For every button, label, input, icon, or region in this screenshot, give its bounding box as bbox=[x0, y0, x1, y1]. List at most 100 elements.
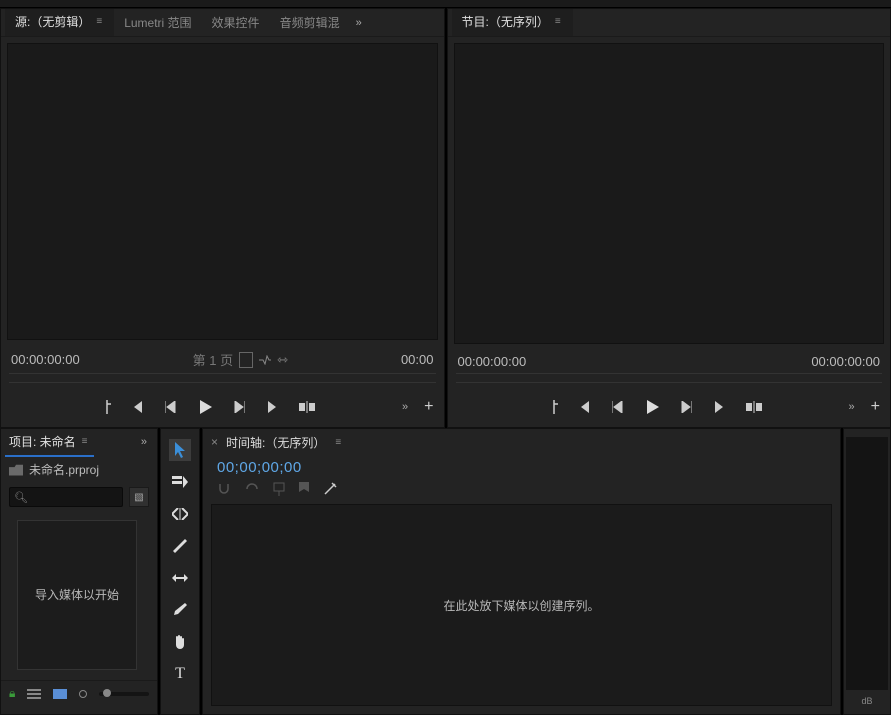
tab-source-menu-icon[interactable]: ≡ bbox=[94, 16, 104, 27]
source-tc-left[interactable]: 00:00:00:00 bbox=[11, 352, 80, 367]
project-tabs-overflow-icon[interactable]: » bbox=[135, 436, 153, 448]
hand-tool[interactable] bbox=[169, 631, 191, 653]
project-footer: 🔒︎ bbox=[1, 680, 157, 706]
project-panel: 项目: 未命名 ≡ » 未命名.prproj 🔍︎ ▧ 导入媒体以开始 bbox=[0, 428, 158, 715]
search-icon: 🔍︎ bbox=[14, 491, 28, 504]
snap-icon[interactable] bbox=[217, 482, 231, 496]
program-tabbar: 节目:（无序列） ≡ bbox=[448, 9, 891, 37]
timeline-panel: × 时间轴:（无序列） ≡ 00;00;00;00 bbox=[202, 428, 841, 715]
selection-tool[interactable] bbox=[169, 439, 191, 461]
program-tc-right[interactable]: 00:00:00:00 bbox=[811, 354, 880, 369]
timeline-menu-icon[interactable]: ≡ bbox=[333, 437, 343, 448]
timeline-title[interactable]: 时间轴:（无序列） bbox=[226, 434, 325, 451]
timeline-dropzone[interactable]: 在此处放下媒体以创建序列。 bbox=[211, 504, 832, 706]
program-monitor[interactable] bbox=[454, 43, 885, 344]
freeform-view-icon[interactable] bbox=[79, 690, 87, 698]
step-back-icon[interactable] bbox=[610, 399, 626, 415]
tab-lumetri-label: Lumetri 范围 bbox=[124, 14, 191, 31]
timeline-header: 00;00;00;00 bbox=[203, 455, 840, 504]
source-page-label[interactable]: 第 1 页 bbox=[193, 350, 233, 369]
step-back-icon[interactable] bbox=[163, 399, 179, 415]
tab-project-label: 项目: 未命名 bbox=[9, 433, 76, 450]
source-tabs-overflow-icon[interactable]: » bbox=[350, 17, 368, 29]
project-import-label: 导入媒体以开始 bbox=[35, 586, 119, 604]
mark-in-icon[interactable] bbox=[99, 399, 115, 415]
slip-tool[interactable] bbox=[169, 567, 191, 589]
ripple-edit-tool[interactable] bbox=[169, 503, 191, 525]
add-marker-icon[interactable] bbox=[273, 482, 285, 496]
lift-icon[interactable] bbox=[746, 399, 762, 415]
meter-unit: dB bbox=[861, 696, 872, 706]
project-search-filter-button[interactable]: ▧ bbox=[129, 487, 149, 507]
project-search-row: 🔍︎ ▧ bbox=[1, 484, 157, 510]
tab-audio-clip-label: 音频剪辑混 bbox=[280, 14, 340, 31]
tab-effects-label: 效果控件 bbox=[212, 14, 260, 31]
track-select-tool[interactable] bbox=[169, 471, 191, 493]
source-info-row: 00:00:00:00 第 1 页 ⇿ 00:00 bbox=[1, 346, 444, 373]
timeline-timecode[interactable]: 00;00;00;00 bbox=[217, 459, 826, 476]
tab-project[interactable]: 项目: 未命名 ≡ bbox=[5, 428, 94, 457]
list-view-icon[interactable] bbox=[27, 689, 41, 699]
go-to-in-icon[interactable] bbox=[129, 399, 145, 415]
tab-source[interactable]: 源:（无剪辑） ≡ bbox=[5, 9, 114, 37]
tab-project-menu-icon[interactable]: ≡ bbox=[80, 436, 90, 447]
audio-meter-track[interactable] bbox=[846, 437, 888, 690]
mark-in-icon[interactable] bbox=[546, 399, 562, 415]
program-transport-overflow-icon[interactable]: » bbox=[843, 401, 861, 413]
step-icon[interactable] bbox=[259, 355, 271, 365]
icon-view-icon[interactable] bbox=[53, 689, 67, 699]
source-monitor[interactable] bbox=[7, 43, 438, 340]
project-file-row[interactable]: 未命名.prproj bbox=[1, 455, 157, 484]
program-transport: » + bbox=[448, 387, 891, 427]
tab-effects[interactable]: 效果控件 bbox=[202, 9, 270, 37]
lower-row: 项目: 未命名 ≡ » 未命名.prproj 🔍︎ ▧ 导入媒体以开始 bbox=[0, 428, 891, 715]
project-import-dropzone[interactable]: 导入媒体以开始 bbox=[17, 520, 137, 670]
filter-icon: ▧ bbox=[134, 492, 143, 503]
go-to-out-icon[interactable] bbox=[712, 399, 728, 415]
source-transport-overflow-icon[interactable]: » bbox=[396, 401, 414, 413]
tab-source-label: 源:（无剪辑） bbox=[15, 13, 90, 30]
tool-strip: T bbox=[160, 428, 200, 715]
step-forward-icon[interactable] bbox=[231, 399, 247, 415]
source-scrubber[interactable] bbox=[9, 373, 436, 383]
play-icon[interactable] bbox=[197, 399, 213, 415]
timeline-header-tools bbox=[217, 482, 826, 496]
project-zoom-slider[interactable] bbox=[99, 692, 149, 696]
project-search-box[interactable]: 🔍︎ bbox=[9, 487, 123, 507]
program-panel: 节目:（无序列） ≡ 00:00:00:00 00:00:00:00 bbox=[447, 8, 891, 428]
program-tc-left[interactable]: 00:00:00:00 bbox=[458, 354, 527, 369]
page-icon[interactable] bbox=[239, 352, 253, 368]
insert-icon[interactable] bbox=[299, 399, 315, 415]
program-info-row: 00:00:00:00 00:00:00:00 bbox=[448, 350, 891, 373]
step-forward-icon[interactable] bbox=[678, 399, 694, 415]
source-tc-right[interactable]: 00:00 bbox=[401, 352, 434, 367]
marker-icon[interactable] bbox=[299, 482, 309, 496]
fit-icon[interactable]: ⇿ bbox=[277, 352, 288, 368]
settings-icon[interactable] bbox=[323, 482, 337, 496]
app-root: 源:（无剪辑） ≡ Lumetri 范围 效果控件 音频剪辑混 » 00:00:… bbox=[0, 0, 891, 715]
audio-meter-panel: 0 -6 -12 -18 -24 -30 -36 -42 -48 -54 dB bbox=[843, 428, 891, 715]
play-icon[interactable] bbox=[644, 399, 660, 415]
program-scrubber[interactable] bbox=[456, 373, 883, 383]
project-search-input[interactable] bbox=[28, 491, 118, 503]
project-file-name: 未命名.prproj bbox=[29, 461, 99, 478]
linked-selection-icon[interactable] bbox=[245, 482, 259, 496]
type-tool[interactable]: T bbox=[169, 663, 191, 685]
go-to-out-icon[interactable] bbox=[265, 399, 281, 415]
razor-tool[interactable] bbox=[169, 535, 191, 557]
program-add-button-icon[interactable]: + bbox=[871, 398, 880, 416]
timeline-tabbar: × 时间轴:（无序列） ≡ bbox=[203, 429, 840, 455]
tab-audio-clip[interactable]: 音频剪辑混 bbox=[270, 9, 350, 37]
source-panel: 源:（无剪辑） ≡ Lumetri 范围 效果控件 音频剪辑混 » 00:00:… bbox=[0, 8, 445, 428]
tab-program[interactable]: 节目:（无序列） ≡ bbox=[452, 9, 573, 37]
tab-program-menu-icon[interactable]: ≡ bbox=[553, 16, 563, 27]
timeline-close-icon[interactable]: × bbox=[211, 435, 218, 449]
source-add-button-icon[interactable]: + bbox=[424, 398, 433, 416]
pen-tool[interactable] bbox=[169, 599, 191, 621]
go-to-in-icon[interactable] bbox=[576, 399, 592, 415]
project-tabbar: 项目: 未命名 ≡ » bbox=[1, 429, 157, 455]
tab-lumetri[interactable]: Lumetri 范围 bbox=[114, 9, 201, 37]
lock-icon[interactable]: 🔒︎ bbox=[9, 686, 15, 701]
timeline-placeholder: 在此处放下媒体以创建序列。 bbox=[443, 597, 599, 614]
source-transport: » + bbox=[1, 387, 444, 427]
